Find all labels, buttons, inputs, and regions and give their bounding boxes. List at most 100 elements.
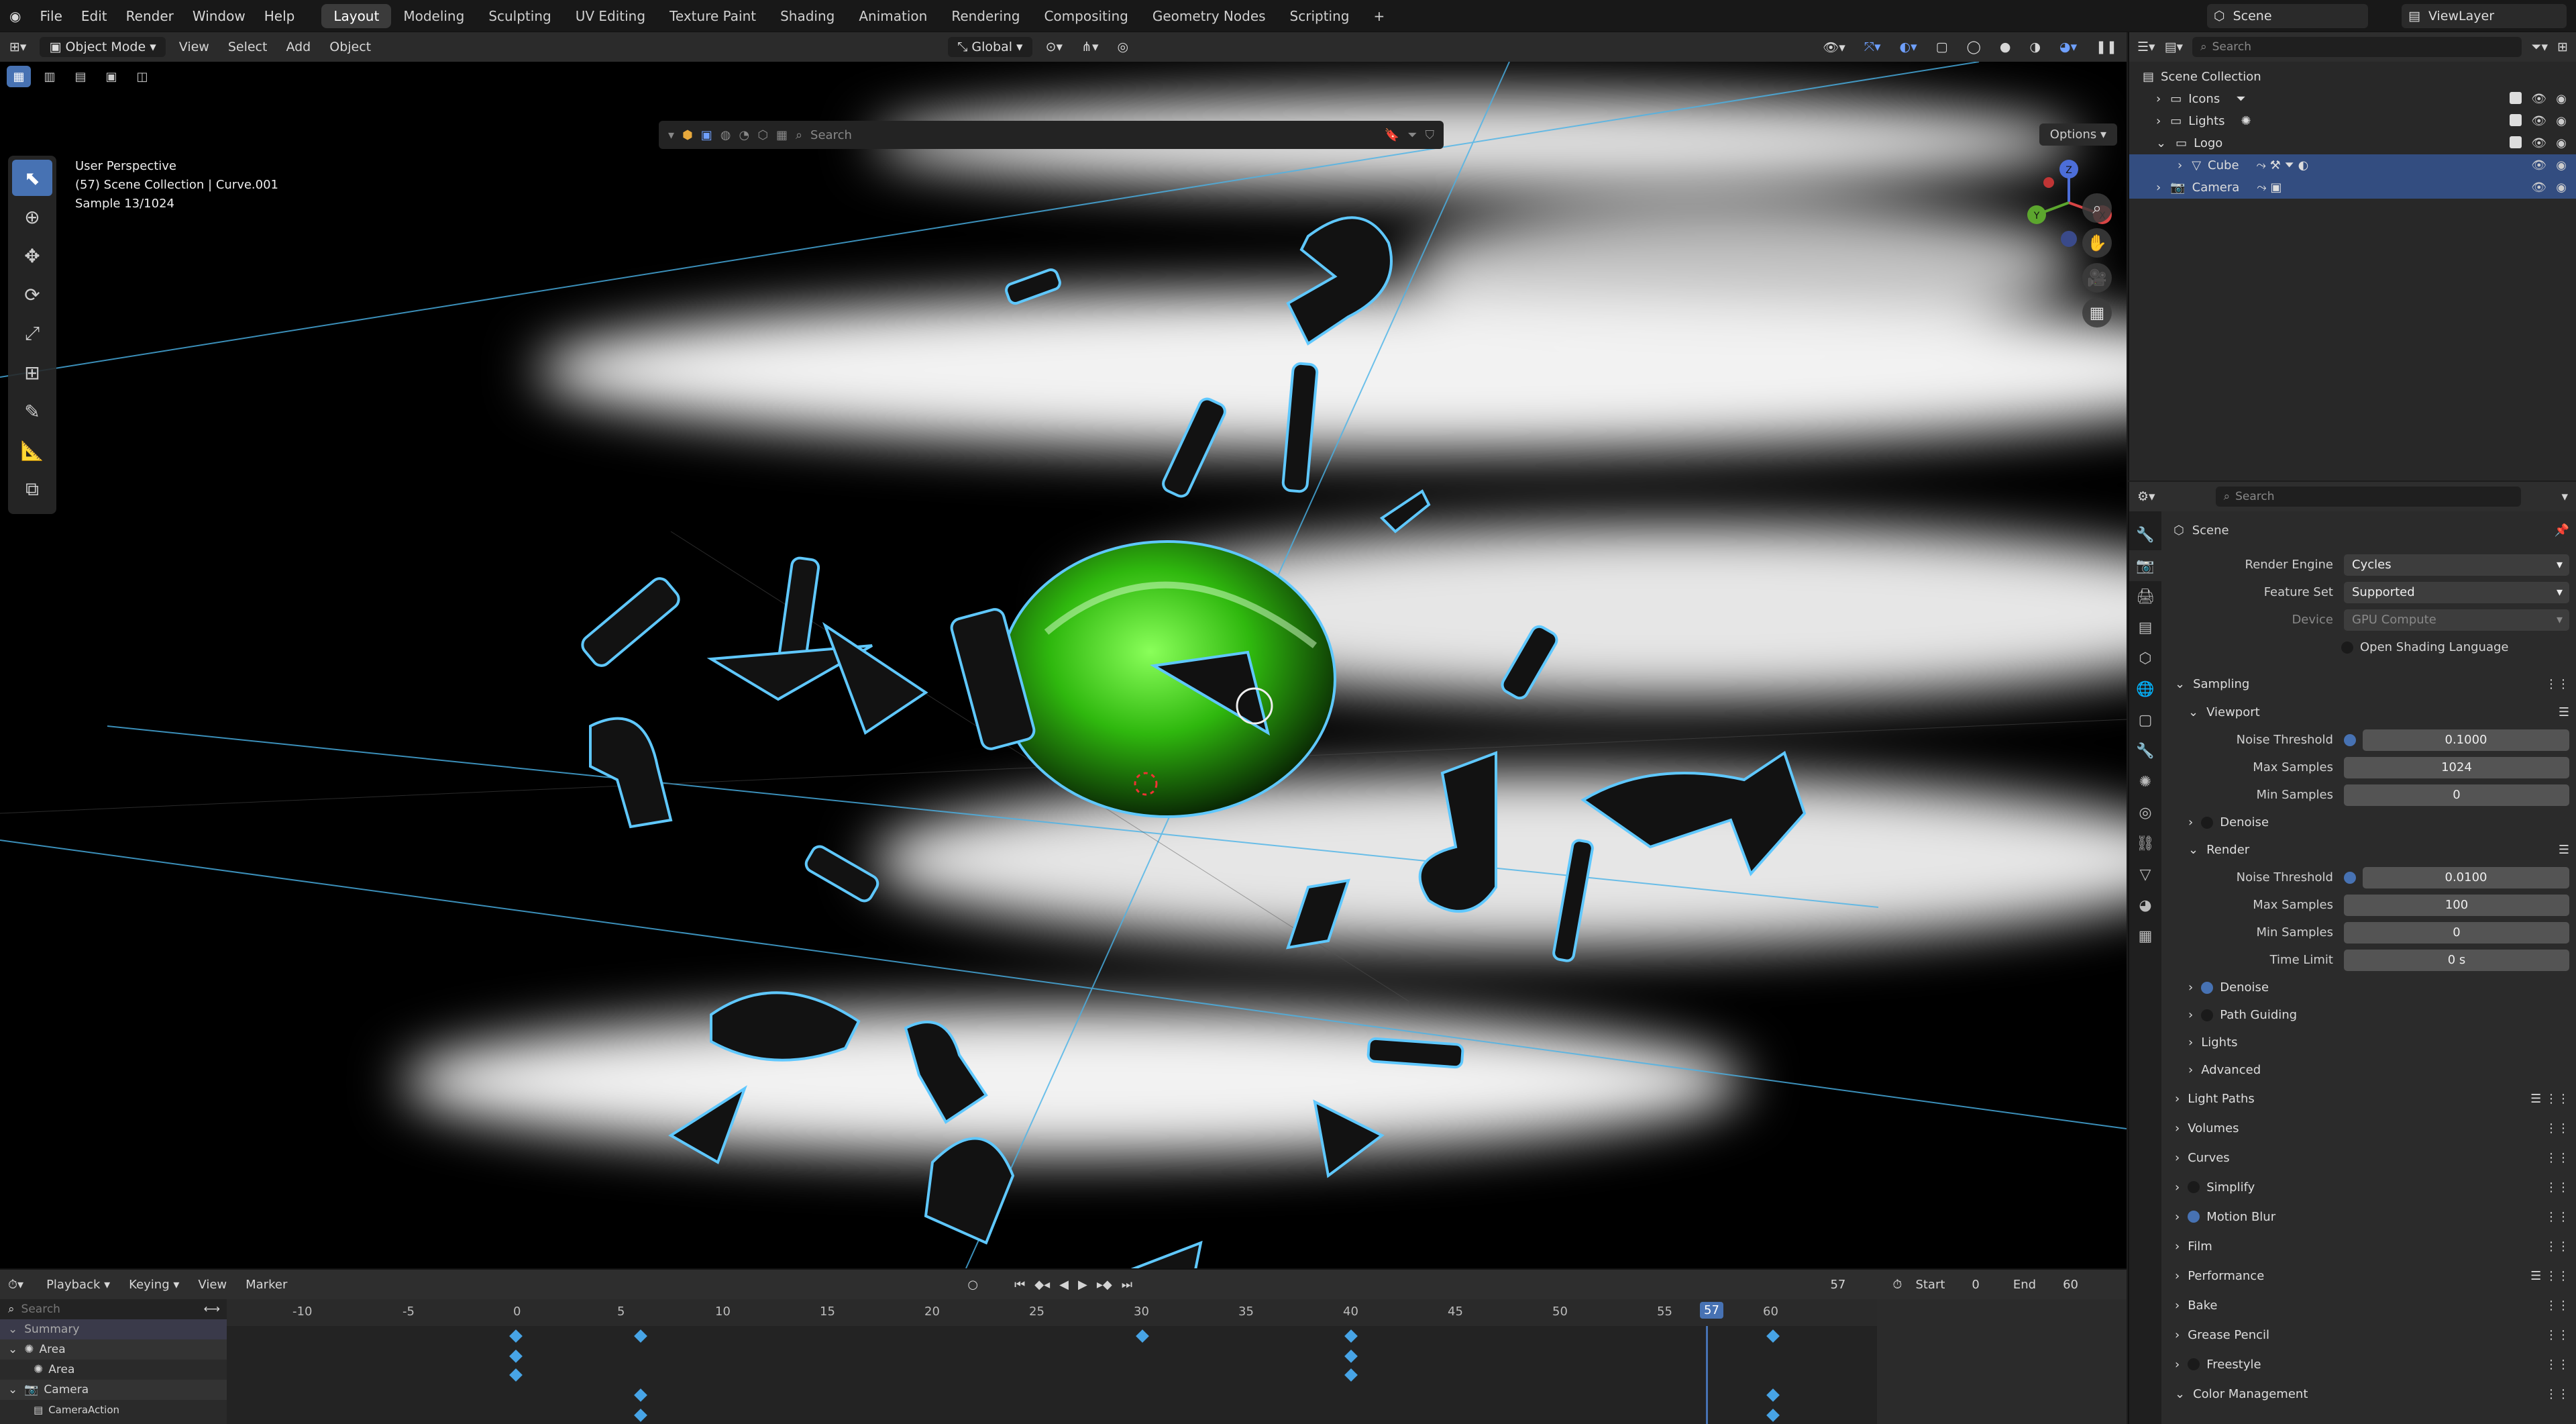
object-tab-icon[interactable]: ▢ [2129,705,2161,735]
annotate-tool-icon[interactable]: ✎ [12,393,52,429]
perspective-grid-icon[interactable]: ▦ [2082,298,2112,327]
keyframe[interactable] [509,1368,523,1382]
render-noise-threshold-toggle[interactable] [2344,871,2356,884]
new-collection-icon[interactable]: ⊞ [2557,40,2568,54]
output-tab-icon[interactable]: 🖨 [2129,581,2161,612]
measure-tool-icon[interactable]: 📐 [12,432,52,468]
add-workspace-icon[interactable]: + [1361,4,1397,28]
eye-icon[interactable]: 👁 [2531,181,2546,195]
end-frame-field[interactable]: 60 [2063,1278,2078,1292]
expand-arrow-icon[interactable]: › [2178,158,2182,172]
panel-performance[interactable]: › Performance ☰ ⋮⋮ [2169,1261,2569,1290]
menu-keying[interactable]: Keying ▾ [119,1270,189,1299]
playhead-frame-label[interactable]: 57 [1700,1302,1723,1319]
panel-bake[interactable]: › Bake ⋮⋮ [2169,1290,2569,1320]
stopwatch-icon[interactable]: ⏱ [1892,1278,1902,1292]
outliner-scene-collection[interactable]: ▤ Scene Collection [2129,66,2576,88]
panel-grease-pencil[interactable]: › Grease Pencil ⋮⋮ [2169,1320,2569,1350]
keyframe[interactable] [634,1388,647,1402]
osl-check-icon[interactable] [2341,641,2353,654]
physics-tab-icon[interactable]: ◎ [2129,797,2161,828]
collapse-icon[interactable]: ▾ [668,128,674,142]
material-tab-icon[interactable]: ◕ [2129,890,2161,921]
keyframe[interactable] [1766,1329,1780,1343]
feature-set-dropdown[interactable]: Supported ▾ [2344,581,2569,603]
outliner-search-input[interactable]: ⌕ Search [2192,37,2522,57]
camera-render-icon[interactable]: ◉ [2556,136,2567,150]
outliner-editor-icon[interactable]: ☰▾ [2137,40,2155,54]
eye-icon[interactable]: 👁 [2531,92,2546,106]
jump-start-icon[interactable]: ⏮ [1014,1278,1025,1292]
include-checkbox[interactable] [2510,136,2522,148]
properties-editor-icon[interactable]: ⚙▾ [2137,489,2155,504]
keyframe[interactable] [1344,1368,1358,1382]
render-tab-icon[interactable]: 📷 [2129,550,2161,581]
solid-shading-icon[interactable]: ● [1990,32,2021,62]
cursor-tool-icon[interactable]: ⊕ [12,199,52,235]
tab-rendering[interactable]: Rendering [939,4,1032,28]
camera-render-icon[interactable]: ◉ [2556,92,2567,106]
menu-timeline-view[interactable]: View [189,1270,236,1299]
auto-key-icon[interactable]: ○ [967,1278,978,1292]
menu-view[interactable]: View [170,32,219,62]
prev-keyframe-icon[interactable]: ◆◂ [1034,1278,1050,1292]
channel-area[interactable]: ⌄ ✺ Area [0,1339,227,1360]
scale-tool-icon[interactable]: ⤢ [12,315,52,352]
vp-noise-threshold-field[interactable]: 0.1000 [2363,729,2569,751]
select-intersect-icon[interactable]: ◫ [130,66,154,87]
particles-tab-icon[interactable]: ✺ [2129,766,2161,797]
visibility-icon[interactable]: 👁▾ [1813,32,1855,62]
select-tool-icon[interactable]: ⬉ [12,160,52,196]
3d-viewport[interactable]: ▾ ⬢ ▣ ◍ ◔ ⬡ ▦ ⌕ Search 🔖 ⏷ ⛉ Options ▾ ▦… [0,62,2127,1268]
properties-search-input[interactable]: ⌕ Search [2215,487,2522,507]
outliner-item-camera[interactable]: › 📷 Camera ⤳ ▣ 👁 ◉ [2129,176,2576,199]
panel-vp-denoise[interactable]: › Denoise [2169,809,2569,836]
panel-render-denoise[interactable]: › Denoise [2169,974,2569,1001]
tab-uv-editing[interactable]: UV Editing [564,4,657,28]
overlay-toggle-icon[interactable]: ◐▾ [1890,32,1927,62]
menu-file[interactable]: File [30,0,71,32]
tab-compositing[interactable]: Compositing [1032,4,1140,28]
camera-render-icon[interactable]: ◉ [2556,158,2567,172]
outliner-item-logo[interactable]: ⌄ ▭ Logo 👁 ◉ [2129,132,2576,154]
jump-end-icon[interactable]: ⏭ [1122,1278,1132,1292]
tab-modeling[interactable]: Modeling [391,4,476,28]
tab-scripting[interactable]: Scripting [1278,4,1362,28]
eye-icon[interactable]: 👁 [2531,158,2546,172]
time-limit-field[interactable]: 0 s [2344,949,2569,971]
panel-freestyle[interactable]: › Freestyle ⋮⋮ [2169,1350,2569,1379]
editor-type-icon[interactable]: ⊞▾ [0,32,36,62]
play-icon[interactable]: ▶ [1078,1278,1087,1292]
add-cube-tool-icon[interactable]: ⧉ [12,471,52,507]
select-extend-icon[interactable]: ▥ [38,66,62,87]
keyframe[interactable] [634,1409,647,1422]
panel-path-guiding[interactable]: › Path Guiding [2169,1001,2569,1029]
panel-motion-blur[interactable]: › Motion Blur ⋮⋮ [2169,1202,2569,1231]
tool-tab-icon[interactable]: 🔧 [2129,519,2161,550]
blender-logo-icon[interactable]: ◉ [0,0,30,32]
xray-icon[interactable]: ▢ [1927,32,1957,62]
outliner-item-cube[interactable]: › ▽ Cube ⤳ ⚒ ⏷ ◐ 👁 ◉ [2129,154,2576,176]
material-icon[interactable]: ◔ [739,128,750,142]
keyframe[interactable] [1766,1409,1780,1422]
panel-simplify[interactable]: › Simplify ⋮⋮ [2169,1172,2569,1202]
mode-dropdown[interactable]: ▣ Object Mode ▾ [40,37,166,57]
panel-viewport[interactable]: ⌄ Viewport ☰ [2169,699,2569,726]
options-button[interactable]: Options ▾ [2039,123,2117,146]
tab-shading[interactable]: Shading [768,4,847,28]
constraints-tab-icon[interactable]: ⛓ [2129,828,2161,859]
panel-film[interactable]: › Film ⋮⋮ [2169,1231,2569,1261]
tab-texture-paint[interactable]: Texture Paint [657,4,768,28]
menu-select[interactable]: Select [219,32,277,62]
wireframe-shading-icon[interactable]: ◯ [1957,32,1990,62]
device-dropdown[interactable]: GPU Compute ▾ [2344,609,2569,631]
select-invert-icon[interactable]: ▣ [99,66,123,87]
funnel-icon[interactable]: ⏷ [1407,128,1417,142]
snap-icon[interactable]: ⋔▾ [1072,32,1108,62]
swap-icon[interactable]: ⟷ [204,1303,220,1316]
rotate-tool-icon[interactable]: ⟳ [12,276,52,313]
pan-hand-icon[interactable]: ✋ [2082,228,2112,258]
render-max-samples-field[interactable]: 100 [2344,894,2569,916]
sphere-icon[interactable]: ◍ [720,128,731,142]
select-new-icon[interactable]: ▦ [7,66,31,87]
